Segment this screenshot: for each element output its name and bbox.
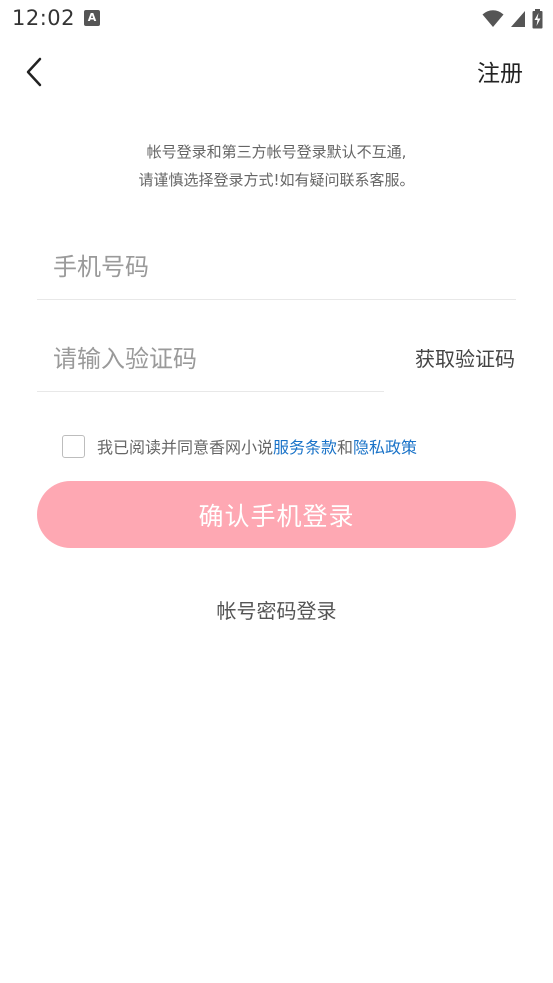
notification-icon: A — [84, 10, 100, 26]
chevron-left-icon — [26, 57, 42, 87]
agreement-prefix: 我已阅读并同意香网小说 — [97, 438, 274, 457]
login-notice: 帐号登录和第三方帐号登录默认不互通, 请谨慎选择登录方式!如有疑问联系客服。 — [0, 138, 553, 194]
battery-icon — [532, 9, 543, 29]
register-button[interactable]: 注册 — [477, 54, 523, 88]
privacy-link[interactable]: 隐私政策 — [353, 434, 417, 458]
terms-link[interactable]: 服务条款 — [273, 434, 337, 458]
login-screen: 12:02 A 注册 帐号登录和第三方帐号登录默认不互通, 请谨慎选择登录方式!… — [0, 0, 553, 983]
top-nav: 注册 — [0, 40, 553, 102]
verification-code-input[interactable] — [37, 326, 384, 391]
notice-line-1: 帐号登录和第三方帐号登录默认不互通, — [146, 143, 407, 161]
password-login-link[interactable]: 帐号密码登录 — [0, 595, 553, 624]
status-time: 12:02 — [12, 6, 76, 30]
agreement-checkbox[interactable] — [62, 434, 85, 458]
confirm-phone-login-button[interactable]: 确认手机登录 — [37, 481, 516, 548]
agreement-and: 和 — [337, 438, 354, 457]
phone-input[interactable] — [37, 234, 516, 299]
status-bar: 12:02 A — [0, 0, 553, 38]
status-icons — [482, 8, 543, 30]
code-field — [37, 326, 384, 392]
notice-line-2: 请谨慎选择登录方式!如有疑问联系客服。 — [138, 171, 415, 189]
back-button[interactable] — [16, 52, 52, 92]
get-code-button[interactable]: 获取验证码 — [415, 343, 515, 372]
cell-signal-icon — [511, 11, 525, 27]
wifi-icon — [482, 10, 504, 27]
agreement-row: 我已阅读并同意香网小说 服务条款和隐私政策 — [62, 434, 417, 458]
phone-field — [37, 234, 516, 300]
